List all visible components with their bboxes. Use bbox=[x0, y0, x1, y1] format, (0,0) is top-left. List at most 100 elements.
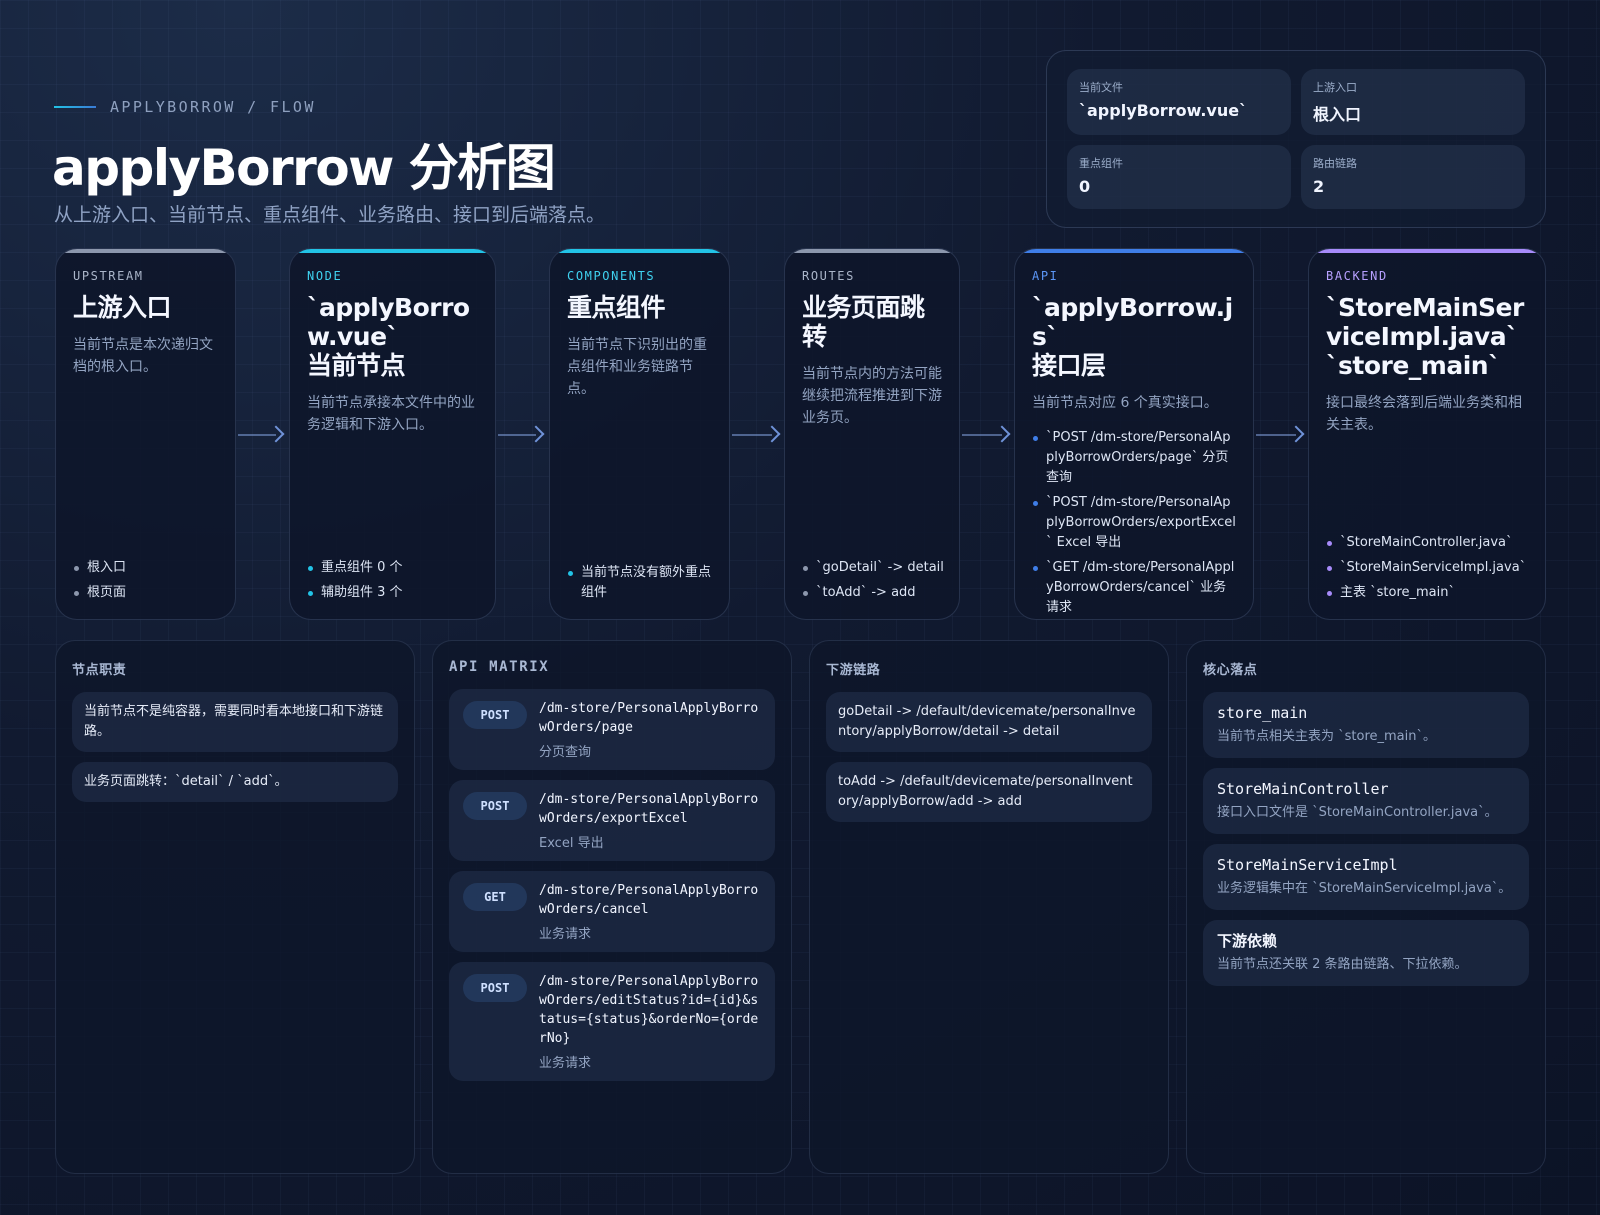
card-title: 重点组件 bbox=[567, 293, 666, 322]
panel-heading: 下游链路 bbox=[826, 663, 881, 678]
card-list: `goDetail` -> detail `toAdd` -> add bbox=[802, 553, 945, 603]
list-item: 当前节点没有额外重点组件 bbox=[567, 563, 715, 603]
core-item-desc: 当前节点还关联 2 条路由链路、下拉依赖。 bbox=[1217, 957, 1468, 972]
panel-heading: 核心落点 bbox=[1203, 663, 1258, 678]
list-item: 根页面 bbox=[73, 583, 221, 603]
method-badge: POST bbox=[463, 792, 527, 820]
card-tag: BACKEND bbox=[1326, 269, 1388, 283]
page-subtitle: 从上游入口、当前节点、重点组件、业务路由、接口到后端落点。 bbox=[54, 204, 606, 226]
api-note: Excel 导出 bbox=[539, 836, 604, 851]
card-title: 上游入口 bbox=[73, 293, 172, 322]
card-desc: 当前节点承接本文件中的业务逻辑和下游入口。 bbox=[307, 395, 475, 433]
stat-label: 当前文件 bbox=[1079, 81, 1123, 94]
panel-heading: API MATRIX bbox=[449, 659, 550, 675]
card-desc: 当前节点下识别出的重点组件和业务链路节点。 bbox=[567, 337, 707, 397]
method-badge: POST bbox=[463, 701, 527, 729]
stat-value: `applyBorrow.vue` bbox=[1079, 101, 1248, 120]
arrow-right-icon bbox=[1287, 425, 1305, 443]
api-note: 业务请求 bbox=[539, 1056, 592, 1071]
flow-card-routes: ROUTES 业务页面跳转 当前节点内的方法可能继续把流程推进到下游业务页。 `… bbox=[784, 248, 960, 620]
core-item: StoreMainServiceImpl 业务逻辑集中在 `StoreMainS… bbox=[1203, 844, 1529, 910]
arrow-right-icon bbox=[527, 425, 545, 443]
card-list: 根入口 根页面 bbox=[73, 553, 221, 603]
core-item-title: StoreMainServiceImpl bbox=[1217, 856, 1398, 874]
api-row[interactable]: POST /dm-store/PersonalApplyBorrowOrders… bbox=[449, 689, 775, 770]
list-item: `POST /dm-store/PersonalApplyBorrowOrder… bbox=[1032, 428, 1236, 488]
api-note: 业务请求 bbox=[539, 927, 592, 942]
flow-arrow bbox=[962, 425, 1011, 445]
flow-card-api: API `applyBorrow.js` 接口层 当前节点对应 6 个真实接口。… bbox=[1014, 248, 1254, 620]
flow-card-components: COMPONENTS 重点组件 当前节点下识别出的重点组件和业务链路节点。 当前… bbox=[549, 248, 730, 620]
list-item: 辅助组件 3 个 bbox=[307, 583, 481, 603]
list-item: 主表 `store_main` bbox=[1326, 583, 1531, 603]
page-title: applyBorrow 分析图 bbox=[52, 139, 556, 197]
stat-value: 0 bbox=[1079, 177, 1091, 196]
panel-downstream: 下游链路 goDetail -> /default/devicemate/per… bbox=[809, 640, 1169, 1174]
core-item-desc: 当前节点相关主表为 `store_main`。 bbox=[1217, 729, 1436, 744]
list-item: `POST /dm-store/PersonalApplyBorrowOrder… bbox=[1032, 493, 1236, 553]
card-title-line1: `applyBorrow.vue` bbox=[307, 293, 470, 351]
core-item: store_main 当前节点相关主表为 `store_main`。 bbox=[1203, 692, 1529, 758]
duty-item: 业务页面跳转：`detail` / `add`。 bbox=[72, 762, 398, 802]
eyebrow-line bbox=[54, 106, 96, 108]
card-desc: 当前节点内的方法可能继续把流程推进到下游业务页。 bbox=[802, 366, 942, 426]
method-badge: POST bbox=[463, 974, 527, 1002]
stat-label: 路由链路 bbox=[1313, 157, 1357, 170]
api-path: /dm-store/PersonalApplyBorrowOrders/edit… bbox=[539, 974, 759, 1046]
list-item: 重点组件 0 个 bbox=[307, 558, 481, 578]
card-desc: 接口最终会落到后端业务类和相关主表。 bbox=[1326, 395, 1522, 433]
list-item: `StoreMainController.java` bbox=[1326, 533, 1531, 553]
card-list: 重点组件 0 个 辅助组件 3 个 bbox=[307, 553, 481, 603]
card-tag: API bbox=[1032, 269, 1059, 283]
arrow-right-icon bbox=[763, 425, 781, 443]
api-row[interactable]: POST /dm-store/PersonalApplyBorrowOrders… bbox=[449, 780, 775, 861]
flow-arrow bbox=[732, 425, 781, 445]
api-row[interactable]: POST /dm-store/PersonalApplyBorrowOrders… bbox=[449, 962, 775, 1081]
api-path: /dm-store/PersonalApplyBorrowOrders/page bbox=[539, 701, 759, 735]
panel-heading: 节点职责 bbox=[72, 663, 127, 678]
eyebrow: APPLYBORROW / FLOW bbox=[54, 98, 316, 116]
card-list: 当前节点没有额外重点组件 bbox=[567, 558, 715, 603]
list-item: `toAdd` -> add bbox=[802, 583, 945, 603]
card-tag: UPSTREAM bbox=[73, 269, 144, 283]
card-list: `StoreMainController.java` `StoreMainSer… bbox=[1326, 528, 1531, 603]
panel-duties: 节点职责 当前节点不是纯容器，需要同时看本地接口和下游链路。 业务页面跳转：`d… bbox=[55, 640, 415, 1174]
flow-arrow bbox=[1256, 425, 1305, 445]
flow-arrow bbox=[238, 425, 285, 445]
card-tag: NODE bbox=[307, 269, 343, 283]
stat-upstream: 上游入口 根入口 bbox=[1301, 69, 1525, 135]
flow-arrow bbox=[498, 425, 545, 445]
card-title-line2: 接口层 bbox=[1032, 351, 1106, 380]
card-title-line2: `store_main` bbox=[1326, 351, 1501, 380]
list-item: `GET /dm-store/PersonalApplyBorrowOrders… bbox=[1032, 558, 1236, 618]
core-item-desc: 接口入口文件是 `StoreMainController.java`。 bbox=[1217, 805, 1498, 820]
core-item-title: StoreMainController bbox=[1217, 780, 1389, 798]
card-title: `StoreMainServiceImpl.java` `store_main` bbox=[1326, 293, 1528, 380]
card-title-line2: 当前节点 bbox=[307, 351, 406, 380]
stat-components: 重点组件 0 bbox=[1067, 145, 1291, 209]
list-item: `StoreMainServiceImpl.java` bbox=[1326, 558, 1531, 578]
card-tag: ROUTES bbox=[802, 269, 855, 283]
core-item: 下游依赖 当前节点还关联 2 条路由链路、下拉依赖。 bbox=[1203, 920, 1529, 986]
flow-card-backend: BACKEND `StoreMainServiceImpl.java` `sto… bbox=[1308, 248, 1546, 620]
downstream-item: goDetail -> /default/devicemate/personal… bbox=[826, 692, 1152, 752]
duty-item: 当前节点不是纯容器，需要同时看本地接口和下游链路。 bbox=[72, 692, 398, 752]
stat-routes: 路由链路 2 bbox=[1301, 145, 1525, 209]
method-badge: GET bbox=[463, 883, 527, 911]
stat-label: 上游入口 bbox=[1313, 81, 1357, 94]
flow-card-node: NODE `applyBorrow.vue` 当前节点 当前节点承接本文件中的业… bbox=[289, 248, 496, 620]
flow-card-upstream: UPSTREAM 上游入口 当前节点是本次递归文档的根入口。 根入口 根页面 bbox=[55, 248, 236, 620]
card-title-line1: `StoreMainServiceImpl.java` bbox=[1326, 293, 1524, 351]
card-tag: COMPONENTS bbox=[567, 269, 656, 283]
api-row[interactable]: GET /dm-store/PersonalApplyBorrowOrders/… bbox=[449, 871, 775, 952]
arrow-right-icon bbox=[993, 425, 1011, 443]
stat-value: 根入口 bbox=[1313, 105, 1362, 124]
card-title: 业务页面跳转 bbox=[802, 293, 925, 351]
list-item: 根入口 bbox=[73, 558, 221, 578]
core-item: StoreMainController 接口入口文件是 `StoreMainCo… bbox=[1203, 768, 1529, 834]
core-item-title: store_main bbox=[1217, 704, 1308, 722]
stats-panel: 当前文件 `applyBorrow.vue` 上游入口 根入口 重点组件 0 路… bbox=[1046, 50, 1546, 228]
eyebrow-text: APPLYBORROW / FLOW bbox=[110, 98, 316, 116]
api-note: 分页查询 bbox=[539, 745, 592, 760]
card-title-line1: `applyBorrow.js` bbox=[1032, 293, 1233, 351]
